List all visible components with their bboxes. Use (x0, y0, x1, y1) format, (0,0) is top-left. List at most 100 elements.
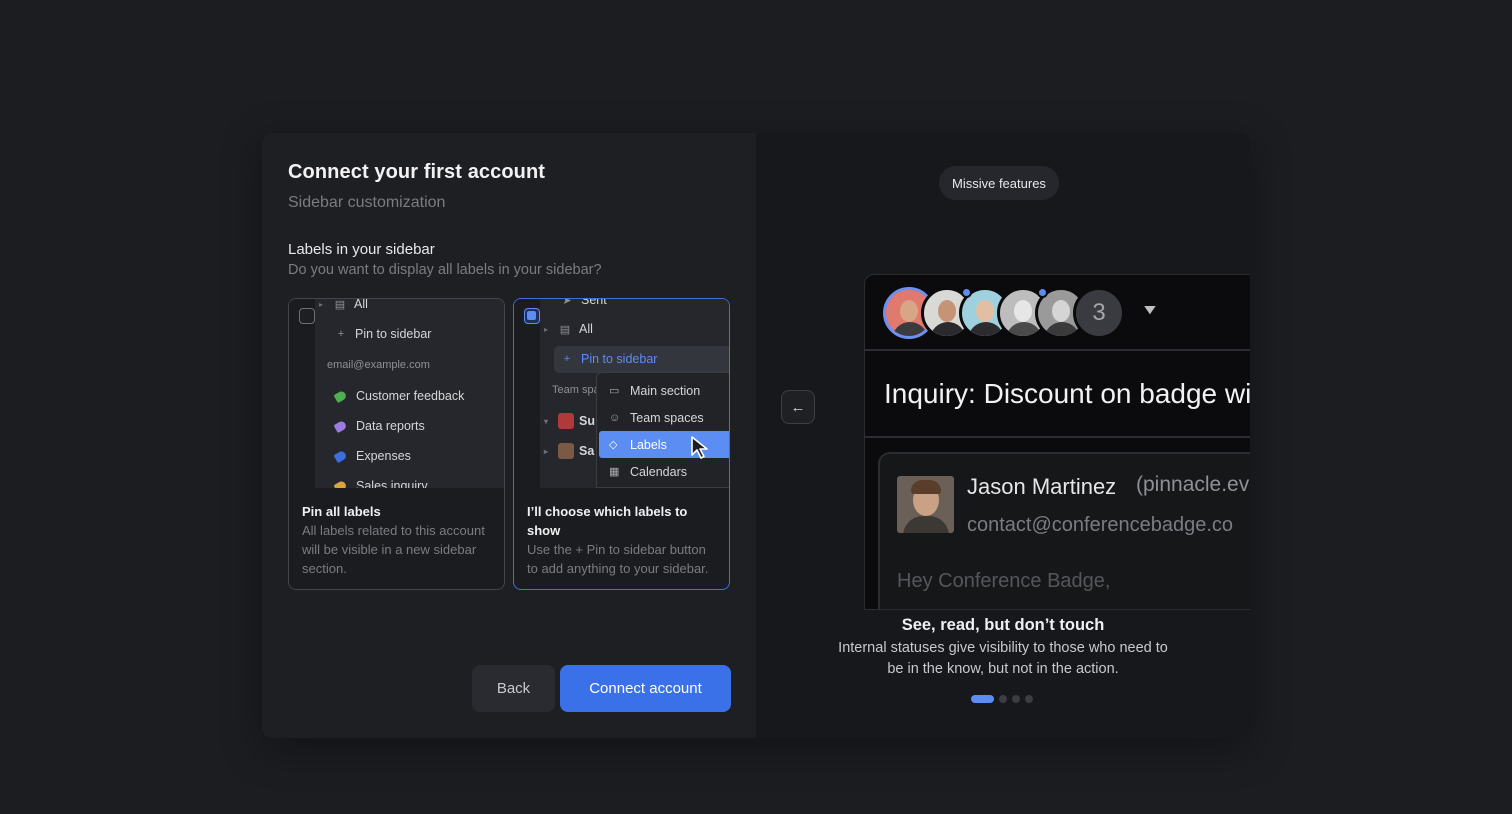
option-preview: ➤ Sent ▸ ▤ All + Pin to sidebar Team spa (514, 299, 729, 488)
calendar-icon: ▦ (609, 466, 620, 478)
email-message: Jason Martinez (pinnacle.ev contact@conf… (878, 452, 1250, 609)
features-panel: Missive features ← 3 ▼ Inquiry: Discount… (756, 133, 1250, 738)
label-row: Expenses (333, 445, 504, 467)
expand-arrow-icon: ▸ (544, 446, 549, 456)
feature-description: Internal statuses give visibility to tho… (838, 640, 1168, 677)
avatar-body (892, 322, 928, 336)
avatar-head (976, 300, 994, 322)
email-greeting: Hey Conference Badge, (897, 570, 1111, 592)
pagination-dot-active[interactable] (971, 695, 994, 703)
tag-icon (333, 389, 348, 403)
team-icon (558, 413, 574, 429)
label-row: Data reports (333, 415, 504, 437)
avatar-body (930, 322, 966, 336)
avatar-head (1052, 300, 1070, 322)
features-pill: Missive features (939, 166, 1059, 200)
users-icon: ☺ (609, 411, 621, 424)
pagination-dot[interactable] (1025, 695, 1033, 703)
sender-org: (pinnacle.ev (1136, 473, 1250, 496)
row-label: All (354, 299, 368, 311)
tag-icon (333, 479, 348, 488)
avatar-overflow-count: 3 (1073, 287, 1125, 339)
mouse-pointer-icon (691, 436, 708, 459)
section-subtitle: Do you want to display all labels in you… (288, 262, 602, 278)
row-label: Pin to sidebar (581, 352, 658, 366)
sidebar-row-all: ▸ ▤ All (319, 299, 504, 315)
menu-item-calendars: ▦ Calendars (599, 458, 729, 485)
plus-icon: + (337, 328, 345, 340)
tag-icon (333, 449, 348, 463)
section-title: Labels in your sidebar (288, 241, 435, 258)
pagination-dot[interactable] (999, 695, 1007, 703)
option-pin-all-labels[interactable]: ▸ ▤ All + Pin to sidebar email@example.c… (288, 298, 505, 590)
row-label: Su (579, 414, 595, 428)
option-preview: ▸ ▤ All + Pin to sidebar email@example.c… (289, 299, 504, 488)
menu-item-label: Labels (630, 437, 667, 452)
option-checkbox[interactable] (299, 308, 315, 324)
connect-account-modal: Connect your first account Sidebar custo… (262, 133, 1250, 738)
option-description: Use the + Pin to sidebar button to add a… (527, 542, 709, 576)
divider (865, 436, 1250, 438)
expand-arrow-icon: ▾ (544, 416, 549, 426)
label-name: Expenses (356, 449, 411, 463)
label-name: Data reports (356, 419, 425, 433)
option-choose-labels[interactable]: ➤ Sent ▸ ▤ All + Pin to sidebar Team spa (513, 298, 730, 590)
previous-slide-button[interactable]: ← (781, 390, 815, 424)
watchers-avatars: 3 (883, 287, 1125, 339)
sidebar-row-sent: ➤ Sent (560, 299, 729, 311)
carousel-pagination (971, 695, 1033, 703)
email-subject: Inquiry: Discount on badge wit (884, 378, 1250, 409)
send-icon: ➤ (562, 299, 572, 307)
chevron-down-icon: ▼ (1140, 301, 1160, 317)
team-icon (558, 443, 574, 459)
back-button[interactable]: Back (472, 665, 555, 712)
sender-name: Jason Martinez (967, 474, 1117, 499)
menu-item-label: Calendars (630, 464, 687, 479)
modal-title: Connect your first account (288, 161, 546, 183)
option-checkbox-selected[interactable] (524, 308, 540, 324)
menu-item-main-section: ▭ Main section (599, 377, 729, 404)
divider (865, 349, 1250, 351)
label-name: Sales inquiry (356, 479, 428, 488)
pagination-dot[interactable] (1012, 695, 1020, 703)
menu-item-team-spaces: ☺ Team spaces (599, 404, 729, 431)
left-panel: Connect your first account Sidebar custo… (262, 133, 756, 738)
row-label: Sent (581, 299, 607, 307)
pin-menu: ▭ Main section ☺ Team spaces ◇ Labels ▦ … (596, 372, 729, 488)
sidebar-row-pin: + Pin to sidebar (334, 323, 504, 345)
option-description: All labels related to this account will … (302, 523, 485, 576)
avatar-body (968, 322, 1004, 336)
row-label: Sa (579, 444, 595, 458)
sidebar-row-pin: + Pin to sidebar (560, 348, 729, 370)
menu-item-label: Team spaces (630, 410, 704, 425)
archive-icon: ▤ (334, 299, 346, 311)
inbox-icon: ▭ (609, 385, 620, 397)
tag-icon (333, 419, 348, 433)
avatar-body (1044, 322, 1080, 336)
row-label: Pin to sidebar (355, 327, 432, 341)
avatar-head (900, 300, 918, 322)
sidebar-preview: ▸ ▤ All + Pin to sidebar email@example.c… (315, 299, 504, 488)
arrow-left-icon: ← (790, 398, 806, 416)
modal-subtitle: Sidebar customization (288, 194, 446, 211)
sidebar-row-all: ▸ ▤ All (544, 318, 729, 340)
photo-shirt (903, 516, 949, 533)
label-row: Customer feedback (333, 385, 504, 407)
feature-title: See, read, but don’t touch (901, 616, 1105, 634)
status-dot (961, 287, 972, 298)
status-dot (1037, 287, 1048, 298)
plus-icon: + (563, 353, 571, 365)
expand-arrow-icon: ▸ (319, 299, 324, 309)
option-text: Pin all labels All labels related to thi… (302, 502, 492, 578)
option-title: I’ll choose which labels to show (527, 504, 688, 538)
avatar-head (1014, 300, 1032, 322)
archive-icon: ▤ (559, 323, 571, 336)
expand-arrow-icon: ▸ (544, 324, 549, 334)
connect-account-button[interactable]: Connect account (560, 665, 731, 712)
photo-hair (911, 480, 941, 494)
sender-photo (897, 476, 954, 533)
label-row: Sales inquiry (333, 475, 504, 488)
option-title: Pin all labels (302, 504, 381, 519)
avatar-body (1006, 322, 1042, 336)
account-heading: email@example.com (327, 359, 430, 371)
